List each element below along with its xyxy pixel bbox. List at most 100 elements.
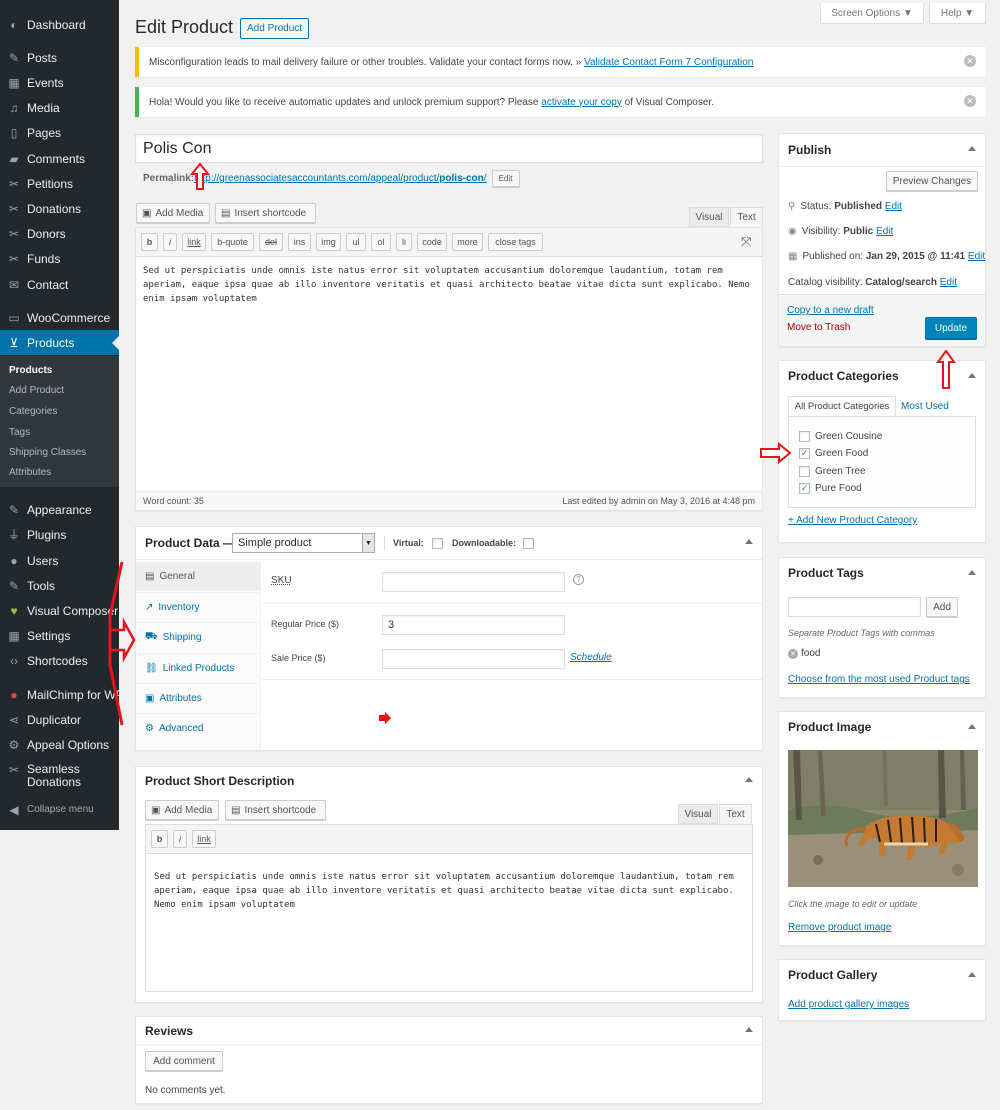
- qt-more[interactable]: more: [452, 233, 483, 251]
- category-checkbox[interactable]: [799, 431, 810, 442]
- schedule-link[interactable]: Schedule: [570, 652, 612, 663]
- menu-appearance[interactable]: ✎ Appearance: [0, 497, 119, 522]
- menu-seamless-donations[interactable]: ✂ Seamless Donations: [0, 763, 119, 791]
- toggle-icon[interactable]: [745, 539, 753, 544]
- editor-content[interactable]: Sed ut perspiciatis unde omnis iste natu…: [143, 264, 755, 306]
- notice-cf7-link[interactable]: Validate Contact Form 7 Configuration: [584, 57, 753, 68]
- qt-ul[interactable]: ul: [346, 233, 366, 251]
- tab-most-used[interactable]: Most Used: [901, 401, 949, 412]
- tag-input[interactable]: [788, 597, 921, 617]
- tab-text[interactable]: Text: [730, 207, 763, 227]
- qt-ol[interactable]: ol: [371, 233, 391, 251]
- toggle-icon[interactable]: [968, 570, 976, 575]
- menu-pages[interactable]: ▯ Pages: [0, 120, 119, 145]
- permalink-url[interactable]: http://greenassociatesaccountants.com/ap…: [194, 173, 486, 184]
- toggle-icon[interactable]: [745, 777, 753, 782]
- menu-events[interactable]: ▦ Events: [0, 70, 119, 95]
- downloadable-checkbox[interactable]: [523, 538, 534, 549]
- help-tip-icon[interactable]: ?: [573, 574, 584, 585]
- menu-donations[interactable]: ✂ Donations: [0, 196, 119, 221]
- qt-bquote[interactable]: b-quote: [211, 233, 254, 251]
- dismiss-icon[interactable]: ✕: [964, 95, 976, 107]
- add-gallery-link[interactable]: Add product gallery images: [788, 999, 909, 1010]
- fullscreen-icon[interactable]: ⤧: [741, 234, 751, 250]
- qt-img[interactable]: img: [316, 233, 341, 251]
- regular-price-input[interactable]: 3: [382, 615, 565, 635]
- tab-inventory[interactable]: ↗ Inventory: [136, 592, 261, 621]
- dismiss-icon[interactable]: ✕: [964, 55, 976, 67]
- copy-draft-link[interactable]: Copy to a new draft: [787, 305, 874, 316]
- title-input[interactable]: Polis Con: [135, 134, 763, 163]
- sku-input[interactable]: [382, 572, 565, 592]
- short-tab-text[interactable]: Text: [719, 804, 752, 824]
- short-tab-visual[interactable]: Visual: [678, 804, 718, 824]
- status-edit-link[interactable]: Edit: [885, 201, 902, 212]
- add-media-button[interactable]: ▣ Add Media: [136, 203, 210, 223]
- qt-close-tags[interactable]: close tags: [488, 233, 543, 251]
- category-checkbox[interactable]: [799, 466, 810, 477]
- menu-posts[interactable]: ✎ Posts: [0, 45, 119, 70]
- help-button[interactable]: Help ▼: [929, 3, 986, 24]
- screen-options-button[interactable]: Screen Options ▼: [820, 3, 924, 24]
- tab-advanced[interactable]: ⚙ Advanced: [136, 713, 261, 742]
- tab-general[interactable]: ▤ General: [136, 562, 261, 591]
- category-checkbox[interactable]: ✓: [799, 483, 810, 494]
- trash-link[interactable]: Move to Trash: [787, 322, 850, 333]
- qt-code[interactable]: code: [417, 233, 447, 251]
- add-tag-button[interactable]: Add: [926, 597, 958, 617]
- toggle-icon[interactable]: [968, 373, 976, 378]
- virtual-checkbox[interactable]: [432, 538, 443, 549]
- choose-tags-link[interactable]: Choose from the most used Product tags: [788, 674, 970, 685]
- add-product-button[interactable]: Add Product: [240, 18, 310, 39]
- menu-donors[interactable]: ✂ Donors: [0, 221, 119, 246]
- menu-products[interactable]: ⊻ Products: [0, 330, 119, 355]
- tab-attributes[interactable]: ▣ Attributes: [136, 683, 261, 712]
- remove-tag-icon[interactable]: ✕: [788, 648, 798, 659]
- toggle-icon[interactable]: [968, 724, 976, 729]
- add-category-link[interactable]: + Add New Product Category: [788, 515, 917, 526]
- qt-bold[interactable]: b: [141, 233, 158, 251]
- submenu-shipping-classes[interactable]: Shipping Classes: [9, 447, 86, 458]
- menu-appeal-options[interactable]: ⚙ Appeal Options: [0, 732, 119, 757]
- menu-plugins[interactable]: ⏚ Plugins: [0, 522, 119, 547]
- menu-petitions[interactable]: ✂ Petitions: [0, 171, 119, 196]
- remove-image-link[interactable]: Remove product image: [788, 922, 891, 933]
- submenu-tags[interactable]: Tags: [9, 427, 30, 438]
- insert-shortcode-button[interactable]: ▤ Insert shortcode: [215, 203, 316, 223]
- qt-ins[interactable]: ins: [288, 233, 311, 251]
- toggle-icon[interactable]: [745, 1027, 753, 1032]
- submenu-attributes[interactable]: Attributes: [9, 467, 51, 478]
- toggle-icon[interactable]: [968, 146, 976, 151]
- catalog-edit-link[interactable]: Edit: [940, 277, 957, 288]
- toggle-icon[interactable]: [968, 972, 976, 977]
- update-button[interactable]: Update: [925, 317, 977, 339]
- menu-media[interactable]: ♫ Media: [0, 95, 119, 120]
- tab-all-categories[interactable]: All Product Categories: [788, 396, 896, 417]
- menu-funds[interactable]: ✂ Funds: [0, 246, 119, 271]
- short-add-media-button[interactable]: ▣ Add Media: [145, 800, 219, 820]
- product-type-select[interactable]: Simple product ▼: [232, 533, 375, 553]
- qt-link[interactable]: link: [192, 830, 216, 848]
- submenu-add-product[interactable]: Add Product: [9, 385, 64, 396]
- qt-bold[interactable]: b: [151, 830, 168, 848]
- tab-linked-products[interactable]: ⛓ Linked Products: [136, 653, 261, 682]
- tab-shipping[interactable]: ⛟ Shipping: [136, 622, 261, 651]
- short-editor-content[interactable]: Sed ut perspiciatis unde omnis iste natu…: [154, 870, 744, 912]
- qt-italic[interactable]: i: [163, 233, 177, 251]
- visibility-edit-link[interactable]: Edit: [876, 226, 893, 237]
- product-image[interactable]: [788, 750, 978, 887]
- category-checkbox[interactable]: ✓: [799, 448, 810, 459]
- submenu-products[interactable]: Products: [9, 365, 52, 376]
- menu-comments[interactable]: ▰ Comments: [0, 146, 119, 171]
- notice-vc-link[interactable]: activate your copy: [541, 97, 622, 108]
- tab-visual[interactable]: Visual: [689, 207, 729, 227]
- preview-changes-button[interactable]: Preview Changes: [886, 171, 978, 191]
- permalink-edit-button[interactable]: Edit: [491, 170, 520, 187]
- sale-price-input[interactable]: [382, 649, 565, 669]
- menu-woocommerce[interactable]: ▭ WooCommerce: [0, 305, 119, 330]
- menu-dashboard[interactable]: ◐ Dashboard: [0, 12, 119, 37]
- menu-contact[interactable]: ✉ Contact: [0, 272, 119, 297]
- qt-del[interactable]: del: [259, 233, 283, 251]
- qt-li[interactable]: li: [396, 233, 412, 251]
- submenu-categories[interactable]: Categories: [9, 406, 57, 417]
